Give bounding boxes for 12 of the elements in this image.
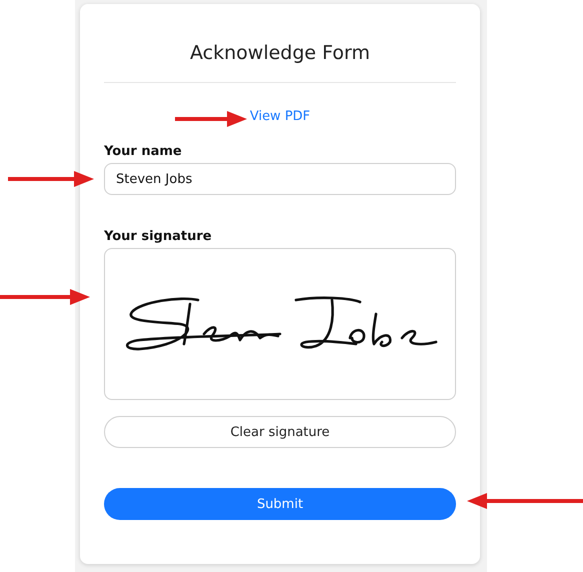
arrow-icon (0, 288, 90, 306)
field-label: Your signature (104, 229, 212, 244)
clear-signature-button[interactable]: Clear signature (104, 416, 456, 448)
name-field[interactable]: Steven Jobs (104, 163, 456, 195)
signature-pad[interactable] (104, 248, 456, 400)
submit-button[interactable]: Submit (104, 488, 456, 520)
arrow-icon (467, 492, 583, 510)
form-title: Acknowledge Form (189, 42, 371, 64)
arrow-icon (175, 110, 247, 128)
field-label: Your name (104, 144, 182, 159)
arrow-icon (8, 170, 94, 188)
view-pdf-link[interactable]: View PDF (250, 109, 310, 129)
